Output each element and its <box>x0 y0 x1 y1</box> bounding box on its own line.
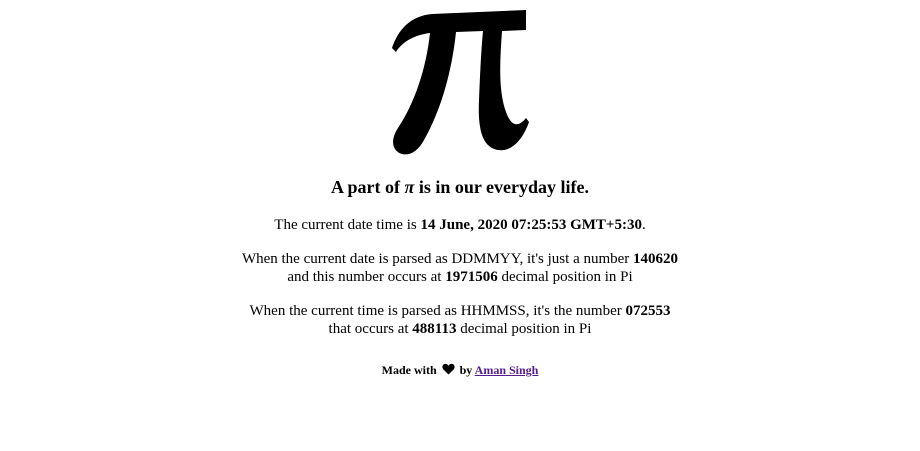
time-position-line: that occurs at 488113 decimal position i… <box>0 320 920 339</box>
headline: A part of π is in our everyday life. <box>0 176 920 198</box>
date-parse-line: When the current date is parsed as DDMMY… <box>0 250 920 269</box>
date-position-suffix: decimal position in Pi <box>497 269 633 285</box>
datetime-value: 14 June, 2020 07:25:53 GMT+5:30 <box>420 217 642 233</box>
date-position-value: 1971506 <box>445 269 498 285</box>
page: A part of π is in our everyday life. The… <box>0 0 920 451</box>
datetime-prefix: The current date time is <box>274 217 421 233</box>
time-position-suffix: decimal position in Pi <box>456 321 592 337</box>
headline-suffix: is in our everyday life. <box>414 177 589 197</box>
time-parse-text: When the current time is parsed as HHMMS… <box>249 303 626 319</box>
footer: Made with by Aman Singh <box>0 362 920 378</box>
heart-icon <box>442 363 455 375</box>
time-position-value: 488113 <box>412 321 457 337</box>
current-datetime-line: The current date time is 14 June, 2020 0… <box>0 216 920 235</box>
footer-made-with: Made with <box>381 363 437 377</box>
author-link[interactable]: Aman Singh <box>475 363 539 377</box>
date-parse-text: When the current date is parsed as DDMMY… <box>241 251 634 267</box>
time-parse-line: When the current time is parsed as HHMMS… <box>0 302 920 321</box>
headline-pi: π <box>404 177 415 197</box>
time-number: 072553 <box>625 303 671 319</box>
date-number: 140620 <box>633 251 679 267</box>
datetime-suffix: . <box>641 217 646 233</box>
time-position-prefix: that occurs at <box>328 321 413 337</box>
date-position-line: and this number occurs at 1971506 decima… <box>0 268 920 287</box>
footer-by: by <box>459 363 473 377</box>
date-position-prefix: and this number occurs at <box>287 269 446 285</box>
pi-logo <box>0 0 920 170</box>
headline-prefix: A part of <box>331 177 405 197</box>
pi-symbol-icon <box>392 10 529 155</box>
